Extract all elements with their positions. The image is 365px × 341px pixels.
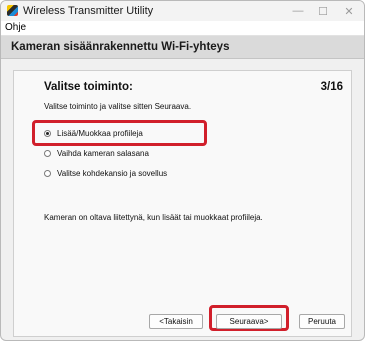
minimize-button[interactable]: — <box>285 2 311 20</box>
window-title: Wireless Transmitter Utility <box>23 5 154 17</box>
wizard-header: Kameran sisäänrakennettu Wi-Fi-yhteys <box>1 36 364 59</box>
step-title: Valitse toiminto: <box>44 81 133 93</box>
app-window: Wireless Transmitter Utility — ☐ ✕ Ohje … <box>0 0 365 341</box>
page-title: Kameran sisäänrakennettu Wi-Fi-yhteys <box>11 41 230 53</box>
connection-note: Kameran on oltava liitettynä, kun lisäät… <box>44 213 263 222</box>
step-counter: 3/16 <box>320 81 343 93</box>
close-button[interactable]: ✕ <box>336 2 362 20</box>
cancel-button[interactable]: Peruuta <box>299 314 345 329</box>
option-change-password[interactable]: Vaihda kameran salasana <box>44 149 149 158</box>
radio-icon[interactable] <box>44 150 51 157</box>
app-logo-icon <box>7 5 18 16</box>
title-bar[interactable]: Wireless Transmitter Utility — ☐ ✕ <box>1 1 364 21</box>
option-label: Vaihda kameran salasana <box>57 149 149 158</box>
radio-icon[interactable] <box>44 170 51 177</box>
maximize-button[interactable]: ☐ <box>310 2 336 20</box>
option-label: Valitse kohdekansio ja sovellus <box>57 169 168 178</box>
option-select-folder-app[interactable]: Valitse kohdekansio ja sovellus <box>44 169 167 178</box>
wizard-panel: Valitse toiminto: 3/16 Valitse toiminto … <box>13 70 352 337</box>
option-add-edit-profiles[interactable]: Lisää/Muokkaa profiileja <box>44 129 143 138</box>
instruction-text: Valitse toiminto ja valitse sitten Seura… <box>44 102 192 111</box>
radio-selected-icon[interactable] <box>44 130 51 137</box>
back-button[interactable]: <Takaisin <box>149 314 203 329</box>
menu-item-help[interactable]: Ohje <box>5 22 26 33</box>
option-label: Lisää/Muokkaa profiileja <box>57 129 143 138</box>
next-button[interactable]: Seuraava> <box>216 314 282 329</box>
menu-bar: Ohje <box>1 21 364 36</box>
